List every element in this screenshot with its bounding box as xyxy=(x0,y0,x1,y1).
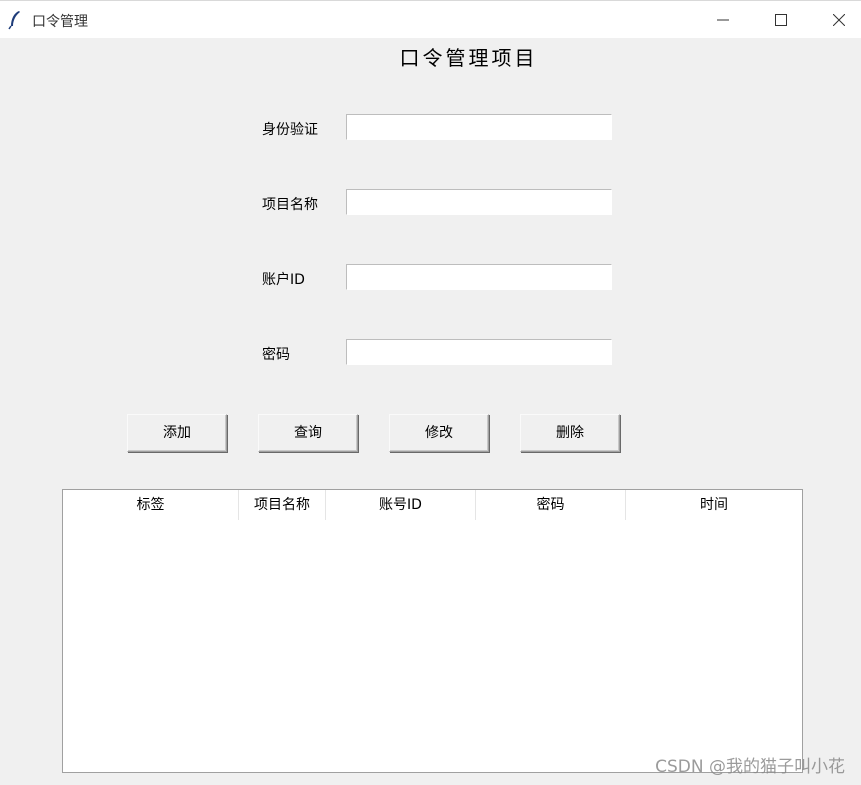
account-id-input[interactable] xyxy=(346,264,612,290)
delete-button[interactable]: 删除 xyxy=(520,414,620,452)
column-header-tag[interactable]: 标签 xyxy=(63,490,239,520)
page-title: 口令管理项目 xyxy=(399,46,538,70)
column-header-password[interactable]: 密码 xyxy=(476,490,626,520)
close-icon xyxy=(833,14,845,26)
records-table[interactable]: 标签 项目名称 账号ID 密码 时间 xyxy=(62,489,803,773)
table-body[interactable] xyxy=(63,520,802,772)
modify-button[interactable]: 修改 xyxy=(389,414,489,452)
password-input[interactable] xyxy=(346,339,612,365)
window-title: 口令管理 xyxy=(32,14,88,30)
feather-icon xyxy=(8,11,20,30)
project-name-label: 项目名称 xyxy=(262,197,318,213)
project-name-input[interactable] xyxy=(346,189,612,215)
account-id-label: 账户ID xyxy=(262,272,305,288)
column-header-time[interactable]: 时间 xyxy=(626,490,802,520)
close-button[interactable] xyxy=(816,1,861,39)
minimize-button[interactable] xyxy=(700,1,746,39)
watermark: CSDN @我的猫子叫小花 xyxy=(655,757,845,777)
table-header: 标签 项目名称 账号ID 密码 时间 xyxy=(63,490,802,520)
minimize-icon xyxy=(717,19,729,21)
column-header-project-name[interactable]: 项目名称 xyxy=(239,490,326,520)
maximize-icon xyxy=(775,14,787,26)
window-titlebar: 口令管理 xyxy=(0,0,861,38)
auth-input[interactable] xyxy=(346,114,612,140)
query-button[interactable]: 查询 xyxy=(258,414,358,452)
password-label: 密码 xyxy=(262,347,290,363)
column-header-account-id[interactable]: 账号ID xyxy=(326,490,476,520)
add-button[interactable]: 添加 xyxy=(127,414,227,452)
auth-label: 身份验证 xyxy=(262,122,318,138)
maximize-button[interactable] xyxy=(758,1,804,39)
